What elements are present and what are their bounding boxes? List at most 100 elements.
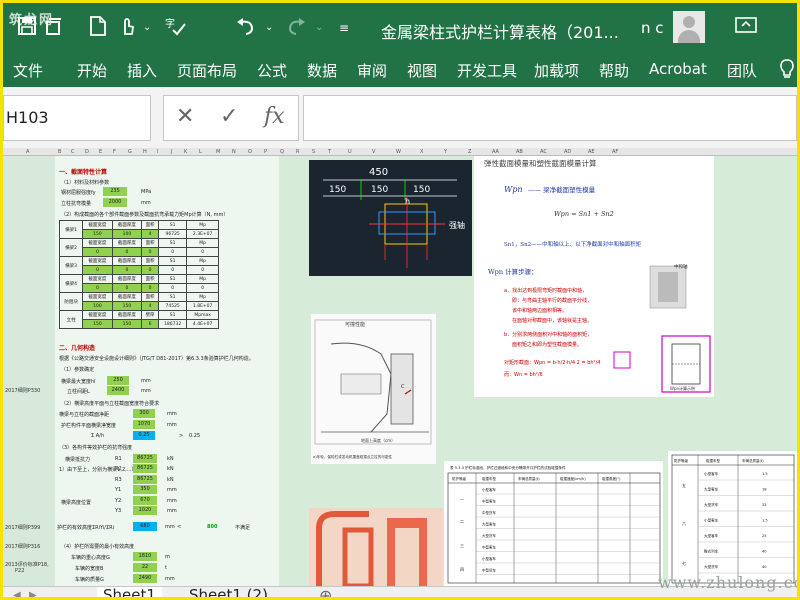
detail-drawing-image[interactable] [309, 508, 443, 586]
input-cell[interactable]: 86725 [133, 474, 157, 484]
table-cell[interactable]: 100 [82, 301, 113, 311]
formula-input[interactable] [303, 95, 797, 141]
sheet-tab[interactable]: Sheet1 [97, 587, 162, 597]
table-cell[interactable]: 0 [157, 247, 188, 257]
column-header[interactable]: K [184, 149, 187, 155]
cancel-icon[interactable]: ✕ [176, 104, 194, 129]
column-header[interactable]: Q [280, 149, 284, 155]
column-header[interactable]: L [199, 149, 202, 155]
table-cell[interactable]: 4 [141, 229, 159, 239]
table-cell[interactable]: 0 [141, 247, 159, 257]
new-document-icon[interactable] [89, 16, 107, 42]
save-icon[interactable] [17, 16, 37, 42]
table-cell[interactable]: 150 [111, 319, 143, 329]
result-cell[interactable]: 680 [133, 522, 157, 531]
input-cell[interactable]: 22 [133, 563, 157, 572]
tab-review[interactable]: 审阅 [357, 60, 387, 81]
table-cell[interactable]: 74525 [157, 301, 188, 311]
tab-help[interactable]: 帮助 [599, 60, 629, 81]
table-cell[interactable]: 0 [82, 265, 113, 275]
tab-team[interactable]: 团队 [727, 60, 757, 81]
table-cell[interactable]: 0 [82, 247, 113, 257]
table-cell[interactable]: 96725 [157, 229, 188, 239]
table-cell[interactable]: 150 [82, 229, 113, 239]
column-header[interactable]: V [372, 149, 375, 155]
input-cell[interactable]: 350 [133, 485, 157, 495]
add-sheet-icon[interactable]: ⊕ [313, 587, 338, 597]
chevron-down-icon[interactable]: ⌄ [143, 16, 151, 40]
column-header[interactable]: AA [492, 149, 499, 155]
table-cell[interactable]: 2.3E+07 [186, 229, 219, 239]
table-cell[interactable]: 0 [82, 283, 113, 293]
input-cell[interactable]: 1070 [133, 420, 155, 429]
column-header[interactable]: N [232, 149, 236, 155]
table-cell[interactable]: 0 [111, 265, 143, 275]
column-header[interactable]: F [113, 149, 116, 155]
spell-check-icon[interactable]: 字 [165, 16, 187, 42]
touch-mode-icon[interactable] [117, 16, 137, 42]
column-header[interactable]: G [128, 149, 132, 155]
tab-developer[interactable]: 开发工具 [457, 60, 517, 81]
autosave-icon[interactable] [43, 16, 63, 42]
column-header[interactable]: E [99, 149, 102, 155]
column-header[interactable]: Z [468, 149, 471, 155]
input-cell[interactable]: 1810 [133, 552, 157, 561]
input-cell[interactable]: 670 [133, 495, 157, 505]
next-sheet-icon[interactable]: ▶ [23, 587, 43, 597]
column-header[interactable]: R [296, 149, 299, 155]
table-cell[interactable]: 100 [111, 229, 143, 239]
result-cell[interactable]: 0.25 [133, 431, 155, 440]
name-box[interactable]: H103 [3, 95, 151, 141]
input-cell[interactable]: 1020 [133, 506, 157, 515]
undo-dropdown-icon[interactable]: ⌄ [265, 16, 273, 40]
lightbulb-icon[interactable] [779, 58, 795, 84]
column-header[interactable]: O [248, 149, 252, 155]
column-header[interactable]: AC [540, 149, 547, 155]
column-header[interactable]: I [157, 149, 158, 155]
table-cell[interactable]: 0 [141, 265, 159, 275]
table-cell[interactable]: 186732 [157, 319, 188, 329]
table-cell[interactable]: 0 [186, 247, 219, 257]
tab-data[interactable]: 数据 [307, 60, 337, 81]
column-header[interactable]: P [264, 149, 267, 155]
cad-drawing-image[interactable]: 450 150 150 150 h 强轴 [309, 160, 472, 276]
input-cell[interactable]: 2000 [103, 198, 127, 207]
calculation-area[interactable]: 一、截面特性计算 （1）材料及材料参数 钢材屈服强度fy 235 MPa 立柱抗… [55, 156, 279, 586]
table-cell[interactable]: 0 [111, 283, 143, 293]
column-header[interactable]: H [143, 149, 147, 155]
table-cell[interactable]: 6 [141, 319, 159, 329]
redo-icon[interactable] [285, 16, 307, 42]
column-header[interactable]: AB [516, 149, 523, 155]
table-cell[interactable]: 0 [186, 265, 219, 275]
column-header[interactable]: AE [588, 149, 595, 155]
column-header[interactable]: Y [444, 149, 447, 155]
column-header[interactable]: A [26, 149, 29, 155]
undo-icon[interactable] [235, 16, 257, 42]
plastic-modulus-formula-image[interactable]: 弹性截面模量和塑性截面模量计算 Wpn —— 梁净截面塑性模量 Wpn = Sn… [474, 156, 714, 397]
input-cell[interactable]: 2400 [107, 386, 129, 395]
tab-acrobat[interactable]: Acrobat [649, 60, 707, 78]
table-cell[interactable]: 0 [157, 283, 188, 293]
post-section-diagram-image[interactable]: 可撞性能 C 地面上高度（cm） a)车轮、保险杠或发动机罩盖碰撞点立柱的可能性 [311, 314, 436, 464]
customize-toolbar-icon[interactable]: ≡ [339, 16, 349, 40]
tab-addins[interactable]: 加载项 [534, 60, 579, 81]
table-cell[interactable]: 4 [141, 301, 159, 311]
input-cell[interactable]: 86725 [133, 454, 157, 463]
tab-home[interactable]: 开始 [77, 60, 107, 81]
redo-dropdown-icon[interactable]: ⌄ [315, 16, 323, 40]
tab-page-layout[interactable]: 页面布局 [177, 60, 237, 81]
worksheet-grid[interactable]: 2017细则P330 2017细则P399 2017细则P316 2013评价标… [3, 156, 797, 586]
tab-formulas[interactable]: 公式 [257, 60, 287, 81]
column-header[interactable]: C [71, 149, 75, 155]
collision-conditions-table-image[interactable]: 表 5.3.3 护栏标准段、护栏过渡段和中央分隔带开口护栏的试验碰撞条件 防护等… [444, 461, 663, 586]
avatar[interactable] [673, 11, 705, 43]
column-header[interactable]: B [58, 149, 61, 155]
column-header[interactable]: S [312, 149, 315, 155]
column-header[interactable]: AD [564, 149, 571, 155]
sheet-tab[interactable]: Sheet1 (2) [183, 587, 274, 598]
vehicle-classes-table-image[interactable]: 防护等级 碰撞车型 车辆总质量(t) 五 六 七 小型客车 1.5 大型客车 18 大型… [668, 451, 797, 586]
input-cell[interactable]: 300 [133, 409, 155, 418]
tab-view[interactable]: 视图 [407, 60, 437, 81]
input-cell[interactable]: 250 [107, 376, 129, 385]
tab-insert[interactable]: 插入 [127, 60, 157, 81]
